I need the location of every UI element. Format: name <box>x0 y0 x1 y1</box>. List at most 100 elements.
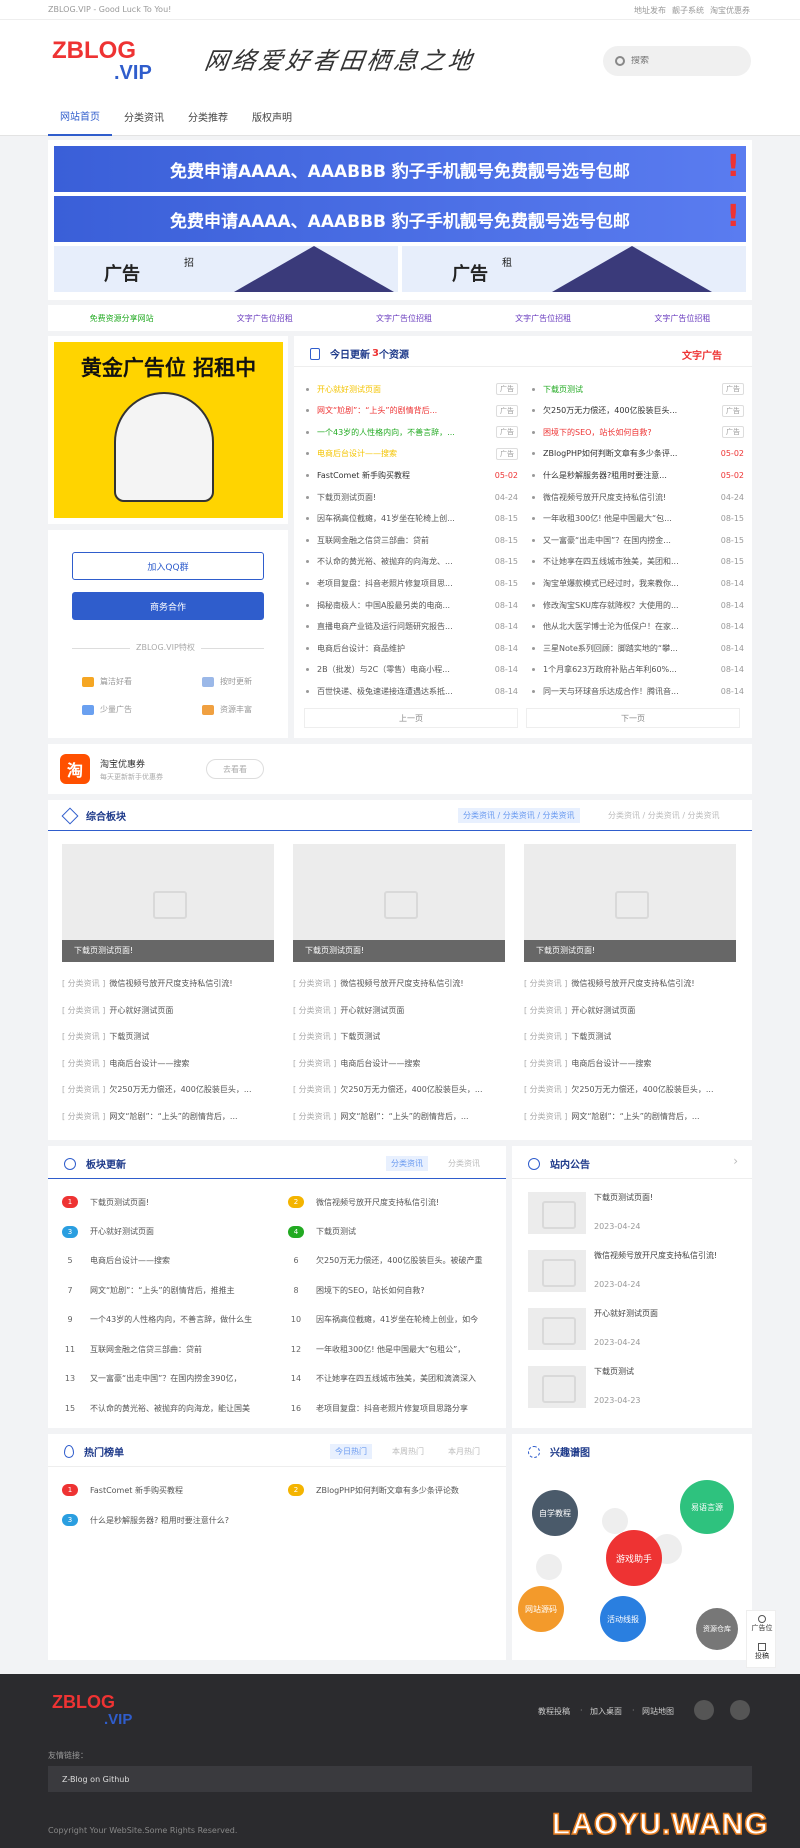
text-ad-2[interactable]: 文字广告位招租 <box>237 313 293 324</box>
footer-logo[interactable]: ZBLOG .VIP <box>52 1693 132 1728</box>
logo[interactable]: ZBLOG .VIP <box>52 39 152 85</box>
block-list-item[interactable]: 7 网文“尬剧”：“上头”的剧情背后，推推主 <box>62 1285 274 1296</box>
nav-copyright[interactable]: 版权声明 <box>240 103 304 135</box>
block-list-item[interactable]: 9 一个43岁的人性格内向，不善言辞，做什么生 <box>62 1314 274 1325</box>
today-list-item[interactable]: 揭秘南极人：中国A股最另类的电商... 08-14 <box>306 596 518 614</box>
today-list-item[interactable]: 不认命的黄光裕、被抛弃的向海龙、... 08-15 <box>306 553 518 571</box>
chevron-right-icon[interactable]: › <box>733 1154 738 1168</box>
notice-thumbnail[interactable] <box>528 1308 586 1350</box>
today-list-item[interactable]: 老项目复盘：抖音老照片修复项目思... 08-15 <box>306 574 518 592</box>
hot-tab-month[interactable]: 本月热门 <box>448 1446 480 1457</box>
notice-title[interactable]: 下载页测试页面! <box>594 1192 736 1203</box>
comp-list-item[interactable]: [ 分类资讯 ] 下载页测试 <box>293 1031 505 1042</box>
ad-rent-1[interactable]: 广告 招 <box>54 246 398 292</box>
block-list-item[interactable]: 4 下载页测试 <box>288 1225 500 1238</box>
top-link-2[interactable]: 靓子系统 <box>672 5 704 16</box>
block-list-item[interactable]: 6 欠250万无力偿还，400亿股装巨头。被破产重 <box>288 1255 500 1266</box>
today-list-item[interactable]: 淘宝单爆款模式已经过时，我来教你... 08-14 <box>532 574 744 592</box>
notice-thumbnail[interactable] <box>528 1192 586 1234</box>
ad-banner-1[interactable]: 免费申请AAAA、AAABBB 豹子手机靓号免费靓号选号包邮 ! <box>54 146 746 192</box>
comp-list-item[interactable]: [ 分类资讯 ] 欠250万无力偿还，400亿股装巨头，... <box>62 1084 274 1095</box>
notice-title[interactable]: 下载页测试 <box>594 1366 736 1377</box>
comp-list-item[interactable]: [ 分类资讯 ] 电商后台设计——搜索 <box>62 1058 274 1069</box>
wechat-icon[interactable] <box>730 1700 750 1720</box>
today-list-item[interactable]: 电商后台设计：商品维护 08-14 <box>306 639 518 657</box>
search-box[interactable] <box>603 46 751 76</box>
notice-title[interactable]: 开心就好测试页面 <box>594 1308 736 1319</box>
comp-tabs-active[interactable]: 分类资讯 / 分类资讯 / 分类资讯 <box>458 808 580 823</box>
today-list-item[interactable]: 下载页测试 广告 <box>532 380 744 398</box>
today-list-item[interactable]: 开心就好测试页面 广告 <box>306 380 518 398</box>
comp-list-item[interactable]: [ 分类资讯 ] 微信视频号放开尺度支持私信引流! <box>293 978 505 989</box>
top-link-3[interactable]: 淘宝优惠券 <box>710 5 750 16</box>
bubble-source[interactable]: 网站源码 <box>518 1586 564 1632</box>
today-list-item[interactable]: 他从北大医学博士沦为低保户！在家... 08-14 <box>532 618 744 636</box>
today-list-item[interactable]: 修改淘宝SKU库存就降权？大使用的... 08-14 <box>532 596 744 614</box>
block-list-item[interactable]: 16 老项目复盘：抖音老照片修复项目思路分享 <box>288 1403 500 1414</box>
comp-list-item[interactable]: [ 分类资讯 ] 开心就好测试页面 <box>62 1005 274 1016</box>
search-input[interactable] <box>631 56 741 66</box>
today-list-item[interactable]: 又一富豪“出走中国”？在国内捞金... 08-15 <box>532 531 744 549</box>
comp-list-item[interactable]: [ 分类资讯 ] 欠250万无力偿还，400亿股装巨头，... <box>293 1084 505 1095</box>
comp-list-item[interactable]: [ 分类资讯 ] 开心就好测试页面 <box>293 1005 505 1016</box>
block-list-item[interactable]: 5 电商后台设计——搜索 <box>62 1255 274 1266</box>
thumbnail[interactable]: 下载页测试页面! <box>293 844 505 962</box>
float-ad-button[interactable]: 广告位 <box>747 1615 777 1633</box>
today-list-item[interactable]: 因车祸高位截瘫，41岁坐在轮椅上创... 08-15 <box>306 510 518 528</box>
block-tab-2[interactable]: 分类资讯 <box>448 1158 480 1169</box>
block-list-item[interactable]: 3 开心就好测试页面 <box>62 1225 274 1238</box>
block-list-item[interactable]: 10 因车祸高位截瘫，41岁坐在轮椅上创业，如今 <box>288 1314 500 1325</box>
today-list-item[interactable]: 什么是秒解服务器?租用时要注意... 05-02 <box>532 466 744 484</box>
block-list-item[interactable]: 14 不让她享在四五线城市独美，美团和滴滴深入 <box>288 1373 500 1384</box>
comp-list-item[interactable]: [ 分类资讯 ] 电商后台设计——搜索 <box>524 1058 736 1069</box>
hot-item[interactable]: 1 FastComet 新手购买教程 <box>62 1484 183 1496</box>
comp-list-item[interactable]: [ 分类资讯 ] 微信视频号放开尺度支持私信引流! <box>524 978 736 989</box>
top-link-1[interactable]: 地址发布 <box>634 5 666 16</box>
weibo-icon[interactable] <box>694 1700 714 1720</box>
text-ad-5[interactable]: 文字广告位招租 <box>654 313 710 324</box>
comp-list-item[interactable]: [ 分类资讯 ] 下载页测试 <box>62 1031 274 1042</box>
notice-thumbnail[interactable] <box>528 1250 586 1292</box>
text-ad-4[interactable]: 文字广告位招租 <box>515 313 571 324</box>
today-list-item[interactable]: 三星Note系列回顾：脚踏实地的“攀... 08-14 <box>532 639 744 657</box>
friend-link-github[interactable]: Z-Blog on Github <box>48 1766 752 1792</box>
nav-home[interactable]: 网站首页 <box>48 102 112 136</box>
comp-list-item[interactable]: [ 分类资讯 ] 下载页测试 <box>524 1031 736 1042</box>
comp-tabs[interactable]: 分类资讯 / 分类资讯 / 分类资讯 <box>608 810 720 821</box>
today-list-item[interactable]: 微信视频号放开尺度支持私信引流! 04-24 <box>532 488 744 506</box>
text-ad-3[interactable]: 文字广告位招租 <box>376 313 432 324</box>
thumbnail[interactable]: 下载页测试页面! <box>62 844 274 962</box>
comp-list-item[interactable]: [ 分类资讯 ] 电商后台设计——搜索 <box>293 1058 505 1069</box>
comp-list-item[interactable]: [ 分类资讯 ] 微信视频号放开尺度支持私信引流! <box>62 978 274 989</box>
next-page-button[interactable]: 下一页 <box>526 708 740 728</box>
hot-tab-today[interactable]: 今日热门 <box>330 1444 372 1459</box>
footer-link-desktop[interactable]: 加入桌面 <box>590 1706 622 1717</box>
bubble-tutorial[interactable]: 自学教程 <box>532 1490 578 1536</box>
comp-list-item[interactable]: [ 分类资讯 ] 网文“尬剧”：“上头”的剧情背后，... <box>62 1111 274 1122</box>
block-list-item[interactable]: 8 困境下的SEO，站长如何自救? <box>288 1285 500 1296</box>
nav-news[interactable]: 分类资讯 <box>112 103 176 135</box>
comp-list-item[interactable]: [ 分类资讯 ] 网文“尬剧”：“上头”的剧情背后，... <box>293 1111 505 1122</box>
notice-title[interactable]: 微信视频号放开尺度支持私信引流! <box>594 1250 736 1261</box>
today-list-item[interactable]: 不让她享在四五线城市独美，美团和... 08-15 <box>532 553 744 571</box>
prev-page-button[interactable]: 上一页 <box>304 708 518 728</box>
today-list-item[interactable]: ZBlogPHP如何判断文章有多少条评... 05-02 <box>532 445 744 463</box>
today-list-item[interactable]: 2B（批发）与2C（零售）电商小程... 08-14 <box>306 661 518 679</box>
block-list-item[interactable]: 12 一年收租300亿! 他是中国最大“包租公”， <box>288 1344 500 1355</box>
bubble-activity[interactable]: 活动线报 <box>600 1596 646 1642</box>
bubble-warehouse[interactable]: 资源仓库 <box>696 1608 738 1650</box>
today-list-item[interactable]: 互联网金融之信贷三部曲：贷前 08-15 <box>306 531 518 549</box>
bubble-easylang[interactable]: 易语言源 <box>680 1480 734 1534</box>
business-button[interactable]: 商务合作 <box>72 592 264 620</box>
qq-group-button[interactable]: 加入QQ群 <box>72 552 264 580</box>
thumbnail[interactable]: 下载页测试页面! <box>524 844 736 962</box>
comp-list-item[interactable]: [ 分类资讯 ] 欠250万无力偿还，400亿股装巨头，... <box>524 1084 736 1095</box>
today-list-item[interactable]: 1个月拿623万政府补贴占年利60%... 08-14 <box>532 661 744 679</box>
today-list-item[interactable]: 百世快递、极兔速递接连遭遇达系抵... 08-14 <box>306 682 518 700</box>
notice-thumbnail[interactable] <box>528 1366 586 1408</box>
today-list-item[interactable]: FastComet 新手购买教程 05-02 <box>306 466 518 484</box>
nav-recommend[interactable]: 分类推荐 <box>176 103 240 135</box>
block-list-item[interactable]: 1 下载页测试页面! <box>62 1196 274 1208</box>
hot-item[interactable]: 3 什么是秒解服务器? 租用时要注意什么? <box>62 1514 229 1526</box>
block-list-item[interactable]: 2 微信视频号放开尺度支持私信引流! <box>288 1196 500 1208</box>
